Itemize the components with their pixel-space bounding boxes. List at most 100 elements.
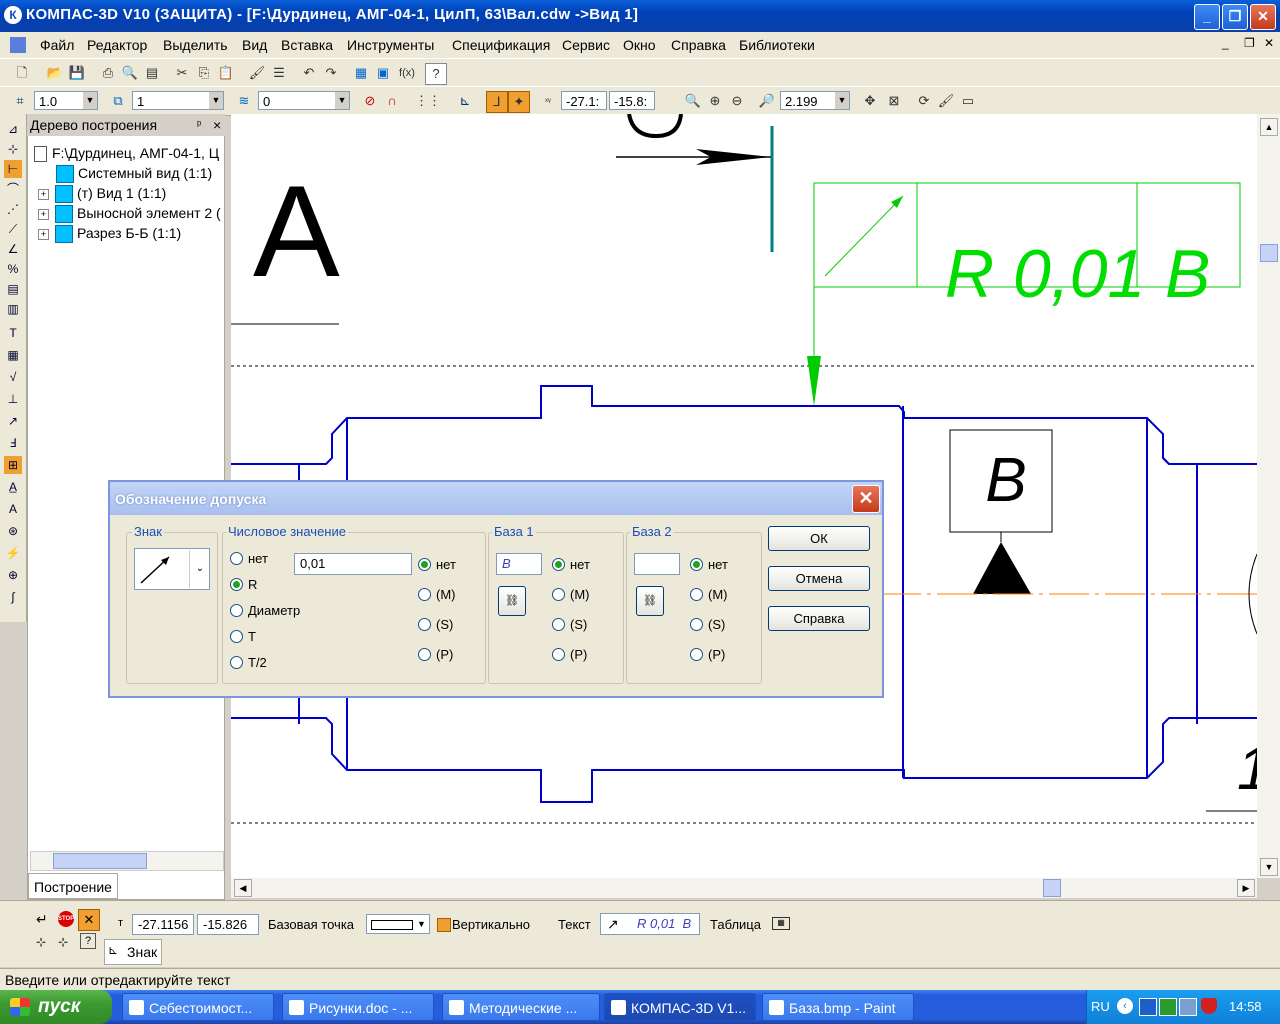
- menu-specification[interactable]: Спецификация: [452, 37, 550, 53]
- auto-create-icon[interactable]: ✕: [78, 909, 100, 931]
- manager-icon[interactable]: ▦: [351, 63, 371, 83]
- language-indicator[interactable]: RU: [1091, 999, 1110, 1014]
- base1-mod-m[interactable]: [552, 588, 565, 601]
- tree-item-view-1[interactable]: + (т) Вид 1 (1:1): [38, 183, 166, 204]
- document-icon[interactable]: [10, 37, 26, 53]
- properties-icon[interactable]: ▤: [142, 63, 162, 83]
- base1-mod-p[interactable]: [552, 648, 565, 661]
- help-button[interactable]: Справка: [768, 606, 870, 631]
- doc-minimize-button[interactable]: _: [1222, 36, 1229, 50]
- value-radio-r[interactable]: [230, 578, 243, 591]
- tree-item-system-view[interactable]: Системный вид (1:1): [56, 163, 212, 184]
- base1-mod-none[interactable]: [552, 558, 565, 571]
- zoom-out-icon[interactable]: ⊖: [727, 91, 747, 111]
- variables-fx-icon[interactable]: f(x): [394, 63, 420, 83]
- section-icon[interactable]: ⊛: [4, 522, 22, 540]
- library-icon[interactable]: ▣: [373, 63, 393, 83]
- minimize-button[interactable]: _: [1194, 4, 1220, 30]
- table-icon[interactable]: ▦: [4, 346, 22, 364]
- round-mode-icon[interactable]: ✦: [508, 91, 530, 113]
- measure-icon[interactable]: ⚡: [4, 544, 22, 562]
- base2-mod-m[interactable]: [690, 588, 703, 601]
- value-mod-s[interactable]: [418, 618, 431, 631]
- tray-app-icon[interactable]: [1139, 998, 1157, 1016]
- menu-window[interactable]: Окно: [623, 37, 656, 53]
- tree-tab-build[interactable]: Построение: [28, 873, 118, 899]
- zoom-window-icon[interactable]: 🔍: [683, 91, 703, 111]
- open-folder-icon[interactable]: 📂: [45, 63, 65, 83]
- zoom-combo[interactable]: 2.199 ▼: [780, 91, 850, 110]
- cut-icon[interactable]: ✂: [172, 63, 192, 83]
- value-radio-t2[interactable]: [230, 656, 243, 669]
- menu-editor[interactable]: Редактор: [87, 37, 147, 53]
- display-icon[interactable]: ▭: [958, 91, 978, 111]
- text-icon[interactable]: T: [4, 324, 22, 342]
- dimensions-icon[interactable]: ⊢: [4, 160, 22, 178]
- view-combo[interactable]: 1 ▼: [132, 91, 224, 110]
- expand-icon[interactable]: +: [38, 228, 49, 240]
- step-icon[interactable]: ⌗: [10, 91, 30, 111]
- canvas-hscroll[interactable]: ◀ ▶: [231, 878, 1257, 898]
- create-object-icon[interactable]: ↵: [36, 911, 48, 928]
- base-icon[interactable]: ⊥: [4, 390, 22, 408]
- scroll-right-icon[interactable]: ▶: [1237, 879, 1255, 897]
- ortho-mode-icon[interactable]: ⅃: [486, 91, 508, 113]
- arc-icon[interactable]: ⌒: [4, 180, 22, 198]
- x-coord-field[interactable]: -27.1:: [561, 91, 607, 110]
- undo-icon[interactable]: ↶: [299, 63, 319, 83]
- fragment-icon[interactable]: ▤: [4, 280, 22, 298]
- redo-icon[interactable]: ↷: [321, 63, 341, 83]
- menu-service[interactable]: Сервис: [562, 37, 610, 53]
- tray-antivirus-icon[interactable]: [1201, 998, 1217, 1014]
- local-cs-icon[interactable]: ⊾: [455, 91, 475, 111]
- base2-link-button[interactable]: ⛓: [636, 586, 664, 616]
- pan-icon[interactable]: ✥: [860, 91, 880, 111]
- tray-arrow-icon[interactable]: ‹: [1117, 998, 1133, 1014]
- zoom-scale-icon[interactable]: 🔎: [757, 91, 777, 111]
- prop-x-field[interactable]: -27.1156: [132, 914, 194, 935]
- refresh-icon[interactable]: ⟳: [914, 91, 934, 111]
- context-help-icon[interactable]: ?: [425, 63, 447, 85]
- tray-excel-icon[interactable]: [1159, 998, 1177, 1016]
- dialog-close-button[interactable]: ✕: [852, 485, 880, 513]
- layers-panel-icon[interactable]: ▥: [4, 300, 22, 318]
- task-item-5[interactable]: База.bmp - Paint: [762, 993, 914, 1021]
- list-icon[interactable]: ☰: [269, 63, 289, 83]
- view-arrow-icon[interactable]: A: [4, 500, 22, 518]
- base-point-select[interactable]: ▼: [366, 914, 430, 934]
- zoom-in-icon[interactable]: ⊕: [705, 91, 725, 111]
- tolerance-icon[interactable]: ⊞: [4, 456, 22, 474]
- angle-icon[interactable]: ∠: [4, 240, 22, 258]
- print-preview-icon[interactable]: 🔍: [120, 63, 140, 83]
- hscroll-thumb[interactable]: [1043, 879, 1061, 897]
- tray-network-icon[interactable]: [1179, 998, 1197, 1016]
- doc-close-button[interactable]: ✕: [1264, 36, 1274, 50]
- sign-select[interactable]: ⌄: [134, 548, 210, 590]
- param-icon[interactable]: %: [4, 260, 22, 278]
- value-radio-t[interactable]: [230, 630, 243, 643]
- value-mod-none[interactable]: [418, 558, 431, 571]
- position-icon[interactable]: Ⅎ: [4, 434, 22, 452]
- pin-icon[interactable]: ᵖ: [197, 114, 201, 136]
- brush-icon[interactable]: 🖌: [936, 91, 956, 111]
- leader-icon[interactable]: ↗: [4, 412, 22, 430]
- task-item-4[interactable]: КОМПАС-3D V1...: [604, 993, 756, 1021]
- point-icon[interactable]: ⊹: [4, 140, 22, 158]
- fix-point-icon[interactable]: ⊹: [36, 935, 46, 949]
- expand-icon[interactable]: +: [38, 188, 49, 200]
- tree-item-section-bb[interactable]: + Разрез Б-Б (1:1): [38, 223, 181, 244]
- tree-item-detail-2[interactable]: + Выносной элемент 2 (: [38, 203, 221, 224]
- doc-restore-button[interactable]: ❐: [1244, 36, 1255, 50]
- text-preview-field[interactable]: ↗ R 0,01 B: [600, 913, 700, 935]
- menu-help[interactable]: Справка: [671, 37, 726, 53]
- close-button[interactable]: ✕: [1250, 4, 1276, 30]
- prop-y-field[interactable]: -15.826: [197, 914, 259, 935]
- scroll-left-icon[interactable]: ◀: [234, 879, 252, 897]
- hatch-icon[interactable]: ⋰: [4, 200, 22, 218]
- value-input[interactable]: 0,01: [294, 553, 412, 575]
- menu-view[interactable]: Вид: [242, 37, 267, 53]
- relative-point-icon[interactable]: ⊹: [58, 935, 68, 949]
- ok-button[interactable]: ОК: [768, 526, 870, 551]
- roughness-icon[interactable]: √: [4, 368, 22, 386]
- scroll-up-icon[interactable]: ▲: [1260, 118, 1278, 136]
